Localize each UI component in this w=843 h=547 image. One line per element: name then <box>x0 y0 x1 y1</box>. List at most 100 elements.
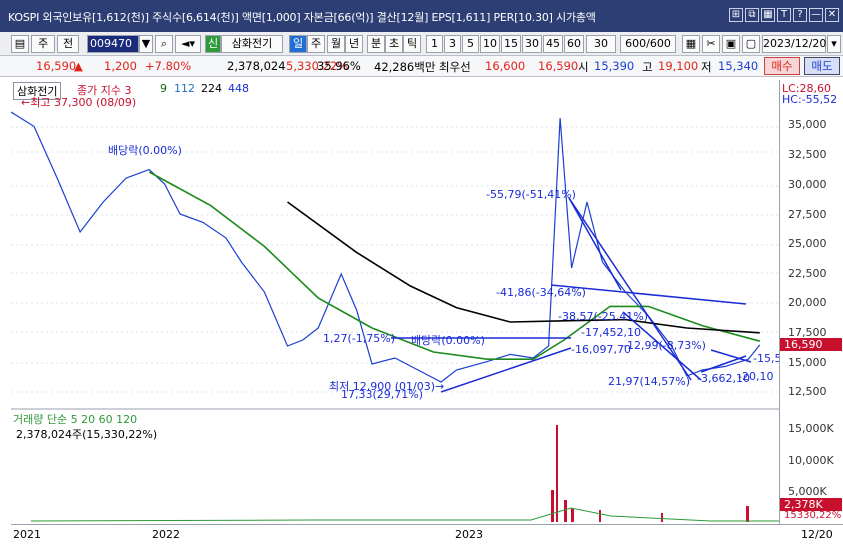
search-icon[interactable]: ⌕ <box>155 35 173 53</box>
period-tick[interactable]: 틱 <box>403 35 421 53</box>
period-second[interactable]: 초 <box>385 35 403 53</box>
current-price-tag: 16,590 <box>780 338 842 351</box>
low-price: 15,340 <box>718 59 759 73</box>
dividend-label-2: 배당락(0.00%) <box>411 334 485 347</box>
interval-15[interactable]: 15 <box>501 35 521 53</box>
quote-bar: 16,590 ▲ 1,200 +7.80% 2,378,024 5,330.22… <box>0 56 843 77</box>
annotation-9: 21,97(14,57%) <box>608 375 691 388</box>
x-tick: 2023 <box>455 528 483 541</box>
interval-60[interactable]: 60 <box>564 35 584 53</box>
window-titlebar: KOSPI 외국인보유[1,612(천)] 주식수[6,614(천)] 액면[1… <box>0 0 843 32</box>
interval-30[interactable]: 30 <box>522 35 542 53</box>
interval-select[interactable]: 30 <box>586 35 616 53</box>
volume: 2,378,024 <box>227 59 286 73</box>
grid-icon[interactable]: ▦ <box>682 35 700 53</box>
volume-tick: 5,000K <box>788 485 827 498</box>
text-icon[interactable]: T <box>777 8 791 22</box>
max-price-label: ←최고 37,300 (08/09) <box>21 96 137 109</box>
date-input[interactable]: 2023/12/20 <box>762 35 826 53</box>
y-tick: 15,000 <box>788 356 827 369</box>
high-label: 고 <box>642 60 653 74</box>
volume-value: 2,378,024주(15,330,22%) <box>16 428 158 441</box>
annotation-2: -41,86(-34,64%) <box>496 286 586 299</box>
annotation-8: 17,33(29,71%) <box>341 388 424 401</box>
grid-icon[interactable]: ⊞ <box>729 8 743 22</box>
grid <box>11 126 779 393</box>
buy-button[interactable]: 매수 <box>764 57 800 75</box>
minimize-icon[interactable]: — <box>809 8 823 22</box>
calendar-icon[interactable]: ▾ <box>827 35 841 53</box>
code-dropdown-icon[interactable]: ▼ <box>139 35 153 53</box>
tools-icon[interactable]: ✂ <box>702 35 720 53</box>
dividend-label: 배당락(0.00%) <box>108 144 182 157</box>
x-tick: 2022 <box>152 528 180 541</box>
chart-toolbar: ▤ 주 전 009470 ▼ ⌕ ◄▾ 신 삼화전기 일 주 월 년 분 초 틱… <box>0 32 843 56</box>
interval-5[interactable]: 5 <box>462 35 479 53</box>
volume-legend: 거래량 단순 5 20 60 120 <box>13 413 138 426</box>
turnover: 35.96% <box>317 59 361 73</box>
window-controls: ⊞ ⧉ ▦ T ? — ✕ <box>729 8 839 22</box>
annotation-6: -12,99(-8,73%) <box>623 339 706 352</box>
interval-3[interactable]: 3 <box>444 35 461 53</box>
x-last-date: 12/20 <box>801 528 833 541</box>
best-label: 최우선 <box>439 60 471 74</box>
x-axis: 2021 2022 2023 12/20 <box>11 524 843 547</box>
open-label: 시 <box>578 60 589 74</box>
stock-code-input[interactable]: 009470 <box>87 35 139 53</box>
close-icon[interactable]: ✕ <box>825 8 839 22</box>
bid-price: 16,600 <box>485 59 526 73</box>
y-tick: 12,500 <box>788 385 827 398</box>
interval-1[interactable]: 1 <box>426 35 443 53</box>
layout-icon[interactable]: ▦ <box>761 8 775 22</box>
save-icon[interactable]: ▣ <box>722 35 740 53</box>
y-tick: 27,500 <box>788 208 827 221</box>
copy-icon[interactable]: ⧉ <box>745 8 759 22</box>
hc-label: HC:-55,52 <box>782 93 838 106</box>
annotation-11: -20,10 <box>738 370 774 383</box>
period-minute[interactable]: 분 <box>367 35 385 53</box>
annotation-4: -17,452,10 <box>581 326 641 339</box>
ma-112: 112 <box>174 82 195 95</box>
high-price: 19,100 <box>658 59 699 73</box>
x-tick: 2021 <box>13 528 41 541</box>
current-price: 16,590 <box>36 59 77 73</box>
low-label: 저 <box>701 60 712 74</box>
speaker-icon[interactable]: ◄▾ <box>175 35 201 53</box>
volume-tick: 15,000K <box>788 422 834 435</box>
price-change: 1,200 <box>104 59 137 73</box>
period-month[interactable]: 월 <box>327 35 345 53</box>
window-title: KOSPI 외국인보유[1,612(천)] 주식수[6,614(천)] 액면[1… <box>8 11 596 24</box>
y-tick: 35,000 <box>788 118 827 131</box>
ma-9: 9 <box>160 82 167 95</box>
type-select[interactable]: 주 <box>31 35 55 53</box>
open-price: 15,390 <box>594 59 635 73</box>
period-week[interactable]: 주 <box>307 35 325 53</box>
stock-name: 삼화전기 <box>221 35 283 53</box>
period-day[interactable]: 일 <box>289 35 307 53</box>
count-input[interactable]: 600/600 <box>620 35 676 53</box>
series-224 <box>287 201 760 334</box>
interval-45[interactable]: 45 <box>543 35 563 53</box>
trade-amount: 42,286백만 <box>374 60 436 74</box>
interval-10[interactable]: 10 <box>480 35 500 53</box>
y-axis: LC:28,60 HC:-55,52 35,000 32,500 30,000 … <box>779 80 843 524</box>
period-year[interactable]: 년 <box>345 35 363 53</box>
annotation-7: 1,27(-1,75%) <box>323 332 395 345</box>
volume-pct-tag: 15330,22% <box>784 510 842 521</box>
help-icon[interactable]: ? <box>793 8 807 22</box>
y-tick: 30,000 <box>788 178 827 191</box>
annotation-3: -38,57(-25,41%) <box>558 310 648 323</box>
credit-badge: 신 <box>205 35 221 53</box>
lock-icon[interactable]: ▢ <box>742 35 760 53</box>
price-change-pct: +7.80% <box>145 59 192 73</box>
chart-area[interactable]: 삼화전기 종가 지수 3 9 112 224 448 ←최고 37,300 (0… <box>10 80 788 524</box>
sell-button[interactable]: 매도 <box>804 57 840 75</box>
ma-448: 448 <box>228 82 249 95</box>
y-tick: 20,000 <box>788 296 827 309</box>
prev-button[interactable]: 전 <box>57 35 79 53</box>
list-icon[interactable]: ▤ <box>11 35 29 53</box>
up-arrow-icon: ▲ <box>74 59 83 73</box>
y-tick: 25,000 <box>788 237 827 250</box>
ma-224: 224 <box>201 82 222 95</box>
ask-price: 16,590 <box>538 59 579 73</box>
